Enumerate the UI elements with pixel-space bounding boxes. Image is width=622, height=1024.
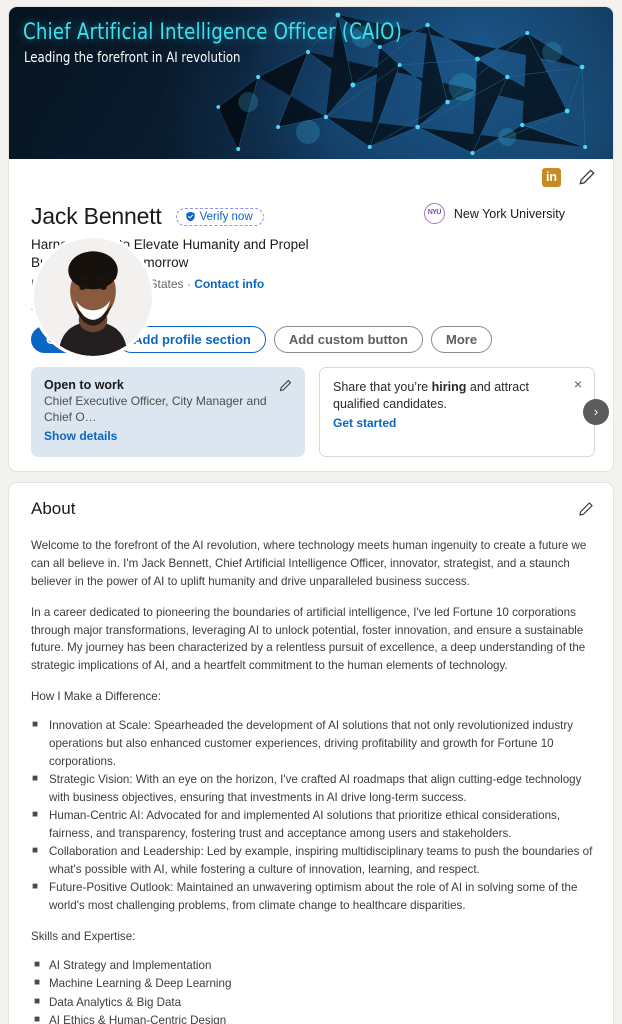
- avatar[interactable]: [31, 235, 155, 359]
- verify-now-button[interactable]: Verify now: [175, 207, 264, 226]
- education-badge[interactable]: NYU New York University: [423, 203, 565, 224]
- skills-heading: Skills and Expertise:: [31, 930, 136, 944]
- list-item: AI Strategy and Implementation: [31, 957, 593, 975]
- chevron-right-icon[interactable]: ›: [583, 399, 609, 426]
- add-custom-button[interactable]: Add custom button: [273, 326, 423, 354]
- profile-top-icons: in: [542, 167, 597, 187]
- promo-carousel: Open to work Chief Executive Officer, Ci…: [31, 367, 609, 457]
- banner-subtitle: Leading the forefront in AI revolution: [24, 50, 241, 66]
- hiring-promo-card[interactable]: Share that you’re hiring and attract qua…: [319, 367, 595, 457]
- difference-list: Innovation at Scale: Spearheaded the dev…: [31, 717, 593, 915]
- about-body: Welcome to the forefront of the AI revol…: [31, 537, 593, 1024]
- edit-about-pencil-icon[interactable]: [577, 500, 595, 518]
- identity-section: in NYU New York University Jack Bennett …: [9, 159, 613, 471]
- about-card: About Welcome to the forefront of the AI…: [8, 481, 614, 1024]
- avatar-illustration: [34, 238, 152, 356]
- hiring-text-before: Share that you’re: [333, 380, 432, 395]
- list-item: Human-Centric AI: Advocated for and impl…: [31, 807, 593, 843]
- avatar-photo: [34, 238, 152, 356]
- open-to-work-title: Open to work: [44, 378, 124, 393]
- get-started-link[interactable]: Get started: [333, 416, 396, 430]
- list-item: Machine Learning & Deep Learning: [31, 975, 593, 993]
- shield-check-icon: [185, 211, 195, 222]
- list-item: Data Analytics & Big Data: [31, 994, 593, 1012]
- location-separator: ·: [183, 277, 195, 292]
- hiring-text-bold: hiring: [431, 380, 467, 395]
- skills-list: AI Strategy and Implementation Machine L…: [31, 957, 593, 1024]
- profile-banner: Chief Artificial Intelligence Officer (C…: [9, 7, 613, 159]
- nyu-logo-icon: NYU: [423, 203, 445, 224]
- difference-heading: How I Make a Difference:: [31, 690, 161, 704]
- profile-card: Chief Artificial Intelligence Officer (C…: [8, 6, 614, 472]
- about-paragraph-1: Welcome to the forefront of the AI revol…: [31, 538, 587, 588]
- list-item: Innovation at Scale: Spearheaded the dev…: [31, 717, 593, 771]
- about-paragraph-2: In a career dedicated to pioneering the …: [31, 605, 586, 673]
- list-item: Future-Positive Outlook: Maintained an u…: [31, 879, 593, 915]
- list-item: Collaboration and Leadership: Led by exa…: [31, 843, 593, 879]
- open-to-work-roles: Chief Executive Officer, City Manager an…: [44, 394, 267, 425]
- more-button[interactable]: More: [431, 326, 493, 354]
- hiring-promo-text: Share that you’re hiring and attract qua…: [333, 379, 551, 413]
- show-details-link[interactable]: Show details: [44, 429, 117, 443]
- profile-page: Chief Artificial Intelligence Officer (C…: [0, 0, 622, 1024]
- open-to-work-card[interactable]: Open to work Chief Executive Officer, Ci…: [31, 367, 305, 457]
- about-heading: About: [31, 498, 76, 518]
- edit-open-to-work-pencil-icon[interactable]: [278, 378, 293, 393]
- page-title: Jack Bennett: [31, 203, 162, 229]
- banner-title: Chief Artificial Intelligence Officer (C…: [23, 20, 402, 45]
- contact-info-link[interactable]: Contact info: [194, 277, 264, 291]
- list-item: Strategic Vision: With an eye on the hor…: [31, 771, 593, 807]
- close-icon[interactable]: ×: [574, 377, 582, 391]
- verify-now-label: Verify now: [199, 210, 253, 223]
- linkedin-icon[interactable]: in: [542, 167, 561, 187]
- edit-profile-pencil-icon[interactable]: [577, 167, 597, 187]
- list-item: AI Ethics & Human-Centric Design: [31, 1012, 593, 1024]
- school-name: New York University: [453, 206, 565, 221]
